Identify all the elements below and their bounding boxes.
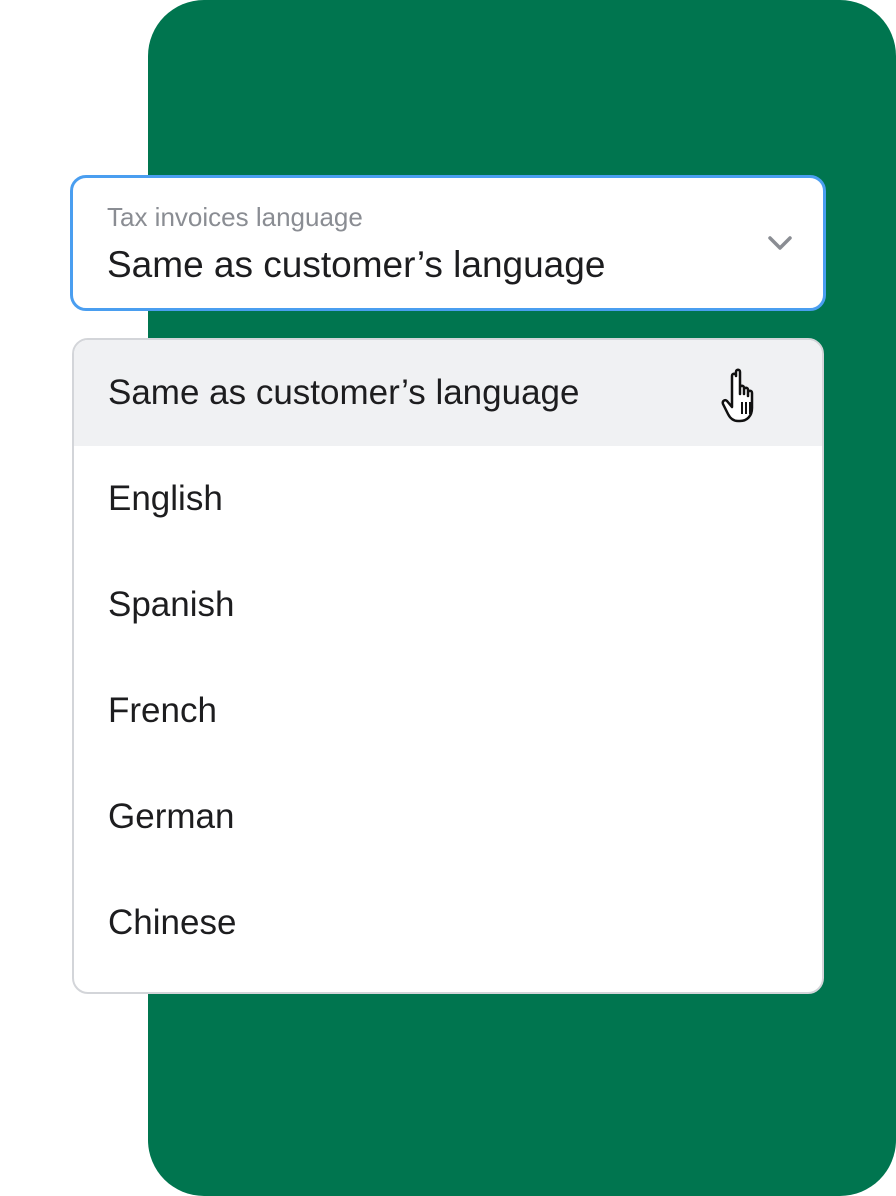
select-value: Same as customer’s language: [107, 244, 606, 285]
select-label: Tax invoices language: [107, 202, 363, 232]
tax-invoices-language-select[interactable]: Tax invoices language Same as customer’s…: [70, 175, 826, 311]
option-label: Spanish: [108, 585, 235, 624]
pointer-hand-icon: [712, 366, 766, 426]
option-label: French: [108, 691, 217, 730]
option-chinese[interactable]: Chinese: [74, 870, 822, 976]
option-english[interactable]: English: [74, 446, 822, 552]
option-label: Chinese: [108, 903, 237, 942]
option-same-as-customer[interactable]: Same as customer’s language: [74, 340, 822, 446]
option-label: English: [108, 479, 223, 518]
option-label: German: [108, 797, 235, 836]
language-dropdown-list: Same as customer’s language English Span…: [72, 338, 824, 994]
option-label: Same as customer’s language: [108, 373, 580, 412]
chevron-down-icon: [767, 234, 793, 252]
option-french[interactable]: French: [74, 658, 822, 764]
option-spanish[interactable]: Spanish: [74, 552, 822, 658]
option-german[interactable]: German: [74, 764, 822, 870]
